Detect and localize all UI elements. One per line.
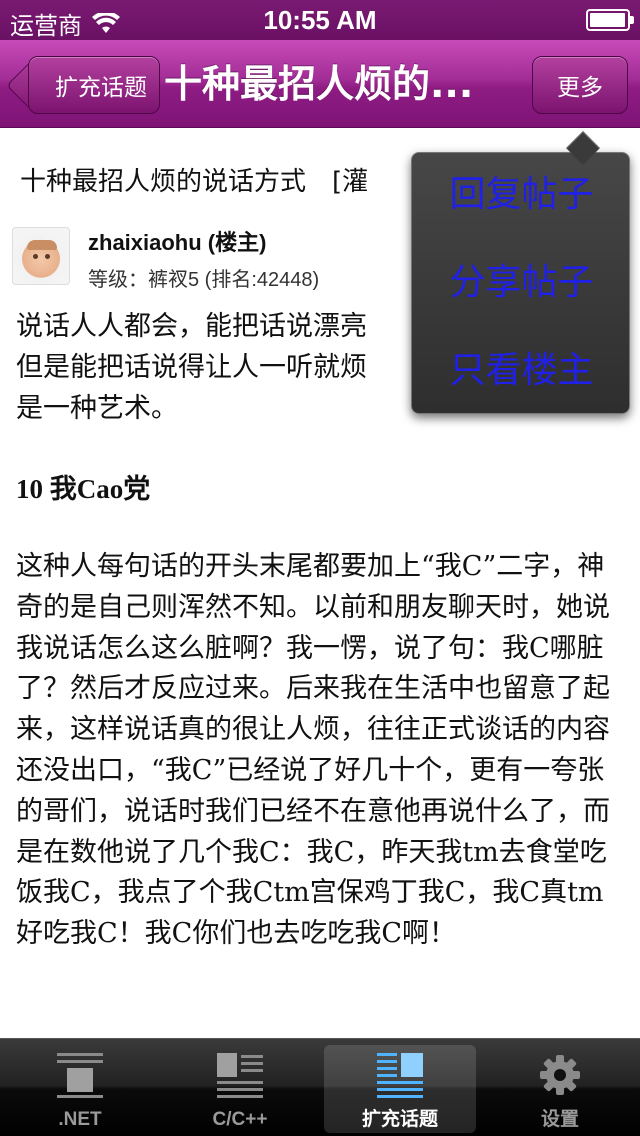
more-button-label: 更多 [557,75,603,101]
cpp-icon [217,1053,263,1098]
back-button[interactable]: 扩充话题 [28,56,160,114]
tab-dotnet[interactable]: .NET [0,1039,160,1136]
menu-item-reply[interactable]: 回复帖子 [412,165,631,225]
gear-icon [540,1055,580,1095]
tab-settings[interactable]: 设置 [480,1039,640,1136]
tab-dotnet-label: .NET [58,1109,102,1130]
tab-cpp[interactable]: C/C++ [160,1039,320,1136]
status-time: 10:55 AM [263,5,377,35]
tab-cpp-label: C/C++ [212,1109,268,1130]
nav-title: 十种最招人烦的... [164,62,474,106]
author-name[interactable]: zhaixiaohu (楼主) [88,225,266,257]
back-button-wrap: 扩充话题 [14,40,164,128]
menu-item-share[interactable]: 分享帖子 [412,253,631,313]
battery-icon [586,9,634,31]
tab-topics-label: 扩充话题 [361,1109,438,1130]
author-level: 等级：裤衩5 (排名:42448) [88,269,320,291]
back-button-label: 扩充话题 [55,75,147,101]
dotnet-icon [57,1053,103,1098]
avatar[interactable] [12,227,70,285]
tab-topics[interactable]: 扩充话题 [320,1039,480,1136]
topics-icon [377,1053,423,1098]
tab-bar: .NET C/C++ 扩充话题 设置 [0,1038,640,1136]
menu-item-only-author[interactable]: 只看楼主 [412,341,631,401]
status-bar: 运营商 10:55 AM [0,0,640,40]
nav-bar: 扩充话题 十种最招人烦的... 更多 [0,40,640,128]
more-popup-menu: 回复帖子 分享帖子 只看楼主 [411,152,630,414]
section-heading: 10 我Cao党 [16,474,151,504]
more-button[interactable]: 更多 [532,56,628,114]
post-title: 十种最招人烦的说话方式 [灌 [20,167,369,197]
tab-settings-label: 设置 [540,1109,579,1130]
post-paragraph-2: 这种人每句话的开头末尾都要加上“我C”二字，神奇的是自己则浑然不知。以前和朋友聊… [16,551,610,950]
